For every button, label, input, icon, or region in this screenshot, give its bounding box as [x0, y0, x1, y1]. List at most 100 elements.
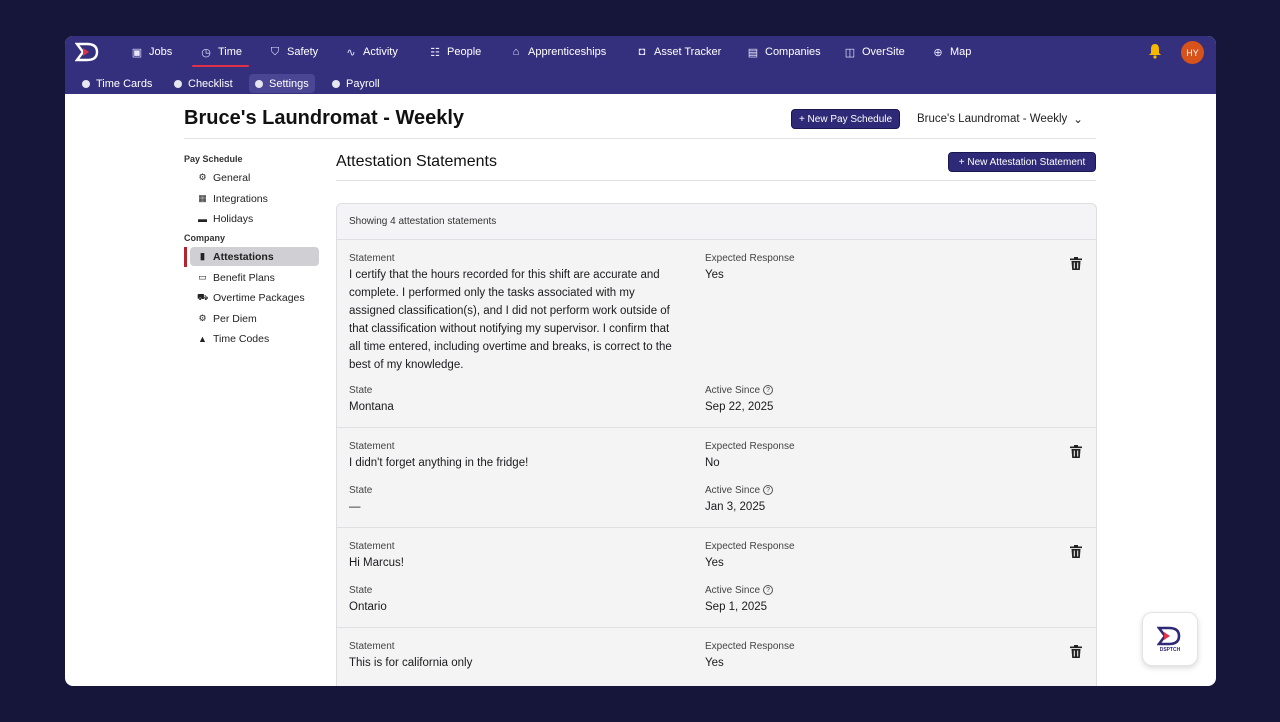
circle-icon — [255, 79, 263, 88]
nav-apprenticeships[interactable]: ⌂ Apprenticeships — [510, 36, 607, 68]
statement-label: Statement — [349, 253, 395, 264]
active-since-value: Sep 1, 2025 — [705, 601, 768, 613]
nav-apprenticeships-label: Apprenticeships — [528, 46, 607, 58]
dsptch-logo-icon — [1157, 626, 1181, 645]
nav-map[interactable]: ⊕ Map — [932, 36, 971, 68]
map-fold-icon: ◫ — [844, 46, 856, 59]
trash-icon[interactable] — [1070, 545, 1082, 558]
help-icon[interactable]: ? — [763, 485, 774, 496]
help-icon[interactable]: ? — [763, 585, 774, 596]
sidebar-item-per-diem[interactable]: ⚙ Per Diem — [190, 309, 319, 328]
briefcase-icon: ▣ — [131, 46, 143, 59]
sidebar-item-attestations[interactable]: ▮ Attestations — [190, 247, 319, 266]
gear-icon: ⚙ — [198, 172, 207, 182]
statement-text: This is for california only — [349, 657, 473, 669]
subnav-checklist[interactable]: Checklist — [168, 74, 239, 93]
active-since-value: Jan 3, 2025 — [705, 501, 766, 513]
statement-label: Statement — [349, 541, 395, 552]
avatar[interactable]: HY — [1181, 41, 1204, 64]
dsptch-help-button[interactable]: DSPTCH — [1142, 612, 1198, 666]
subnav-time-cards[interactable]: Time Cards — [76, 74, 158, 93]
nav-safety-label: Safety — [287, 46, 319, 58]
circle-icon — [332, 79, 340, 88]
header-divider — [184, 138, 1096, 139]
nav-map-label: Map — [950, 46, 972, 58]
sidebar-item-time-codes[interactable]: ▲ Time Codes — [190, 329, 319, 348]
sidebar-item-label: General — [213, 171, 251, 184]
new-attestation-statement-button[interactable]: + New Attestation Statement — [948, 152, 1096, 172]
card-header: Showing 4 attestation statements — [337, 204, 1096, 240]
dsptch-label: DSPTCH — [1159, 646, 1181, 653]
active-since-label: Active Since? — [705, 585, 774, 596]
nav-safety[interactable]: ⛉ Safety — [269, 36, 318, 68]
pay-schedule-select-value: Bruce's Laundromat - Weekly — [917, 113, 1068, 125]
people-icon: ☷ — [430, 46, 440, 59]
nav-oversite[interactable]: ◫ OverSite — [844, 36, 905, 68]
nav-activity-label: Activity — [363, 46, 398, 58]
nav-people[interactable]: ☷ People — [429, 36, 481, 68]
pay-schedule-select[interactable]: Bruce's Laundromat - Weekly ⌄ — [917, 112, 1083, 126]
sidebar-item-label: Attestations — [213, 250, 274, 263]
notification-bell-icon[interactable] — [1147, 43, 1165, 61]
trash-icon[interactable] — [1070, 645, 1082, 658]
clock-icon: ◷ — [201, 46, 211, 59]
trash-icon[interactable] — [1070, 445, 1082, 458]
sidebar-item-general[interactable]: ⚙ General — [190, 168, 319, 187]
app-logo[interactable] — [75, 42, 101, 62]
nav-asset-tracker[interactable]: ◘ Asset Tracker — [636, 36, 722, 68]
sidebar-item-label: Holidays — [213, 212, 254, 225]
statement-text: I didn't forget anything in the fridge! — [349, 457, 529, 469]
bell-icon: ▲ — [198, 333, 207, 344]
attestation-row: Statement I certify that the hours recor… — [337, 240, 1096, 428]
active-since-label-text: Active Since — [705, 385, 761, 396]
expected-response-label: Expected Response — [705, 441, 795, 452]
active-since-label-text: Active Since — [705, 485, 761, 496]
active-since-label: Active Since? — [705, 485, 774, 496]
sidebar-item-integrations[interactable]: ▦ Integrations — [190, 189, 319, 208]
nav-people-label: People — [447, 46, 482, 58]
subnav-time-cards-label: Time Cards — [96, 77, 153, 90]
nav-oversite-label: OverSite — [862, 46, 905, 58]
sidebar-item-label: Benefit Plans — [213, 271, 275, 284]
expected-response-value: No — [705, 457, 720, 469]
calendar-icon: ▬ — [198, 213, 207, 224]
active-marker — [184, 247, 187, 267]
new-pay-schedule-button[interactable]: + New Pay Schedule — [791, 109, 900, 129]
statement-label: Statement — [349, 641, 395, 652]
expected-response-value: Yes — [705, 557, 724, 569]
help-icon[interactable]: ? — [763, 385, 774, 396]
state-label: State — [349, 485, 373, 496]
card-icon: ▭ — [198, 272, 207, 282]
sidebar-item-holidays[interactable]: ▬ Holidays — [190, 209, 319, 228]
sidebar-item-benefit-plans[interactable]: ▭ Benefit Plans — [190, 268, 319, 287]
sidebar-item-label: Overtime Packages — [213, 291, 305, 304]
attestation-row: Statement I didn't forget anything in th… — [337, 428, 1096, 528]
table-icon: ▦ — [198, 193, 207, 203]
building-icon: ▤ — [747, 46, 759, 59]
trash-icon[interactable] — [1070, 257, 1082, 270]
active-since-label-text: Active Since — [705, 585, 761, 596]
circle-icon — [174, 79, 182, 88]
active-since-value: Sep 22, 2025 — [705, 401, 774, 413]
active-since-label: Active Since? — [705, 385, 774, 396]
subnav-payroll[interactable]: Payroll — [326, 74, 386, 93]
sidebar-item-label: Per Diem — [213, 312, 257, 325]
top-navbar: ▣ Jobs ◷ Time ⛉ Safety ∿ Activity ☷ Peop… — [65, 36, 1216, 68]
sidebar-item-overtime-packages[interactable]: ⛟ Overtime Packages — [190, 288, 319, 307]
nav-activity[interactable]: ∿ Activity — [345, 36, 398, 68]
globe-icon: ⊕ — [933, 46, 943, 59]
statement-label: Statement — [349, 441, 395, 452]
circle-icon — [82, 79, 90, 88]
shield-icon: ⛉ — [270, 45, 280, 58]
expected-response-value: Yes — [705, 269, 724, 281]
nav-jobs-label: Jobs — [149, 46, 173, 58]
subnav-settings[interactable]: Settings — [249, 74, 315, 93]
nav-companies[interactable]: ▤ Companies — [747, 36, 821, 68]
state-label: State — [349, 585, 373, 596]
statement-text: Hi Marcus! — [349, 557, 404, 569]
subnav-checklist-label: Checklist — [188, 77, 233, 90]
nav-time[interactable]: ◷ Time — [200, 36, 242, 68]
showing-count-text: Showing 4 attestation statements — [349, 216, 497, 227]
nav-jobs[interactable]: ▣ Jobs — [131, 36, 172, 68]
sidebar-heading-pay-schedule: Pay Schedule — [184, 154, 243, 164]
